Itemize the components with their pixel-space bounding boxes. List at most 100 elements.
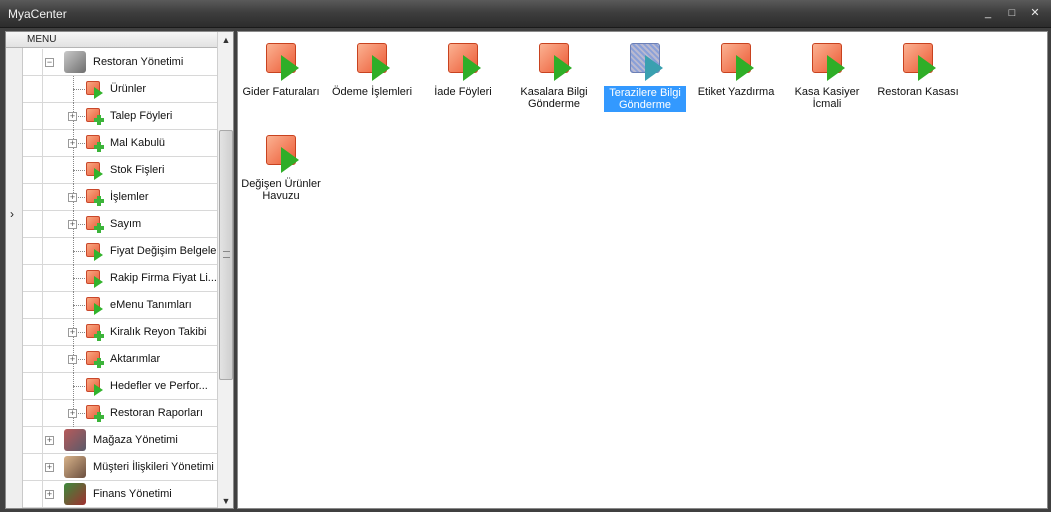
expand-icon[interactable]: +: [68, 220, 77, 229]
run-module-icon: [448, 43, 486, 83]
module-tile-label: Kasa Kasiyer İcmali: [794, 86, 860, 110]
tree-connector: [73, 170, 85, 171]
expand-icon[interactable]: +: [45, 463, 54, 472]
module-tile[interactable]: Değişen Ürünler Havuzu: [240, 126, 322, 206]
tree-gutter: [23, 76, 43, 103]
add-icon: [86, 216, 104, 234]
tree-item[interactable]: + Aktarımlar: [23, 346, 217, 373]
menu-tree: MENU › − Restoran Yönetimi Ürünler + Talep F…: [5, 31, 234, 509]
tree-gutter: [23, 103, 43, 130]
module-tile[interactable]: Ödeme İşlemleri: [331, 34, 413, 114]
module-tile[interactable]: Kasa Kasiyer İcmali: [786, 34, 868, 114]
tree-gutter: [23, 157, 43, 184]
tree-connector: [73, 305, 85, 306]
add-icon: [86, 351, 104, 369]
tree-item[interactable]: + Müşteri İlişkileri Yönetimi: [23, 454, 217, 481]
module-tile[interactable]: Kasalara Bilgi Gönderme: [513, 34, 595, 114]
main-frame: MENU › − Restoran Yönetimi Ürünler + Talep F…: [0, 28, 1051, 512]
tree-item[interactable]: + İşlemler: [23, 184, 217, 211]
module-tile-label: Değişen Ürünler Havuzu: [241, 178, 321, 202]
title-bar: MyaCenter _ □ ✕: [0, 0, 1051, 28]
tree-item-label: Ürünler: [110, 83, 147, 95]
expand-icon[interactable]: +: [68, 112, 77, 121]
tree-item-label: Fiyat Değişim Belgeleri: [110, 245, 223, 257]
close-button[interactable]: ✕: [1027, 6, 1043, 20]
module-tile[interactable]: Etiket Yazdırma: [695, 34, 777, 114]
add-icon: [86, 405, 104, 423]
tree-connector: [73, 89, 85, 90]
window-title: MyaCenter: [8, 7, 67, 21]
maximize-button[interactable]: □: [1004, 6, 1020, 20]
module-tile[interactable]: Terazilere Bilgi Gönderme: [604, 34, 686, 114]
run-module-icon: [266, 43, 304, 83]
tree-gutter: [23, 481, 43, 508]
run-icon: [86, 243, 104, 261]
module-tile-label: İade Föyleri: [434, 86, 492, 98]
scroll-up-button[interactable]: ▲: [218, 32, 233, 48]
expand-icon[interactable]: +: [45, 490, 54, 499]
module-tile-label: Etiket Yazdırma: [697, 86, 775, 98]
scroll-thumb[interactable]: [219, 130, 233, 380]
tree-item[interactable]: + Kiralık Reyon Takibi: [23, 319, 217, 346]
module-tile-label: Terazilere Bilgi Gönderme: [604, 86, 686, 112]
tree-gutter: [23, 454, 43, 481]
module-content-panel: Gider Faturaları Ödeme İşlemleri İade Föyl…: [237, 31, 1048, 509]
tree-item-label: Finans Yönetimi: [93, 488, 172, 500]
expand-icon[interactable]: +: [68, 193, 77, 202]
minimize-button[interactable]: _: [980, 6, 996, 20]
tree-item[interactable]: Ürünler: [23, 76, 217, 103]
module-tile-label: Kasalara Bilgi Gönderme: [520, 86, 588, 110]
tree-item-label: Kiralık Reyon Takibi: [110, 326, 207, 338]
module-tile-label: Restoran Kasası: [877, 86, 959, 98]
expand-icon[interactable]: +: [68, 139, 77, 148]
expand-icon[interactable]: +: [45, 436, 54, 445]
module-tile[interactable]: Gider Faturaları: [240, 34, 322, 114]
tree-item[interactable]: eMenu Tanımları: [23, 292, 217, 319]
tree-gutter: [23, 319, 43, 346]
tree-item[interactable]: + Finans Yönetimi: [23, 481, 217, 508]
tree-item-label: Restoran Yönetimi: [93, 56, 184, 68]
row-indicator-column: ›: [6, 48, 23, 508]
tree-item-label: Mal Kabulü: [110, 137, 166, 149]
run-icon: [86, 378, 104, 396]
run-icon: [86, 270, 104, 288]
tree-gutter: [23, 49, 43, 76]
run-icon: [86, 81, 104, 99]
tree-header-label: MENU: [27, 34, 57, 45]
tree-gutter: [23, 265, 43, 292]
tree-item[interactable]: + Sayım: [23, 211, 217, 238]
tree-gutter: [23, 184, 43, 211]
tree-item-label: İşlemler: [110, 191, 149, 203]
tree-item-label: Restoran Raporları: [110, 407, 203, 419]
tree-item[interactable]: Hedefler ve Perfor...: [23, 373, 217, 400]
tree-gutter: [23, 346, 43, 373]
expand-icon[interactable]: +: [68, 409, 77, 418]
module-tile[interactable]: Restoran Kasası: [877, 34, 959, 114]
expand-icon[interactable]: +: [68, 328, 77, 337]
tree-gutter: [23, 400, 43, 427]
tree-item[interactable]: + Restoran Raporları: [23, 400, 217, 427]
expand-icon[interactable]: +: [68, 355, 77, 364]
add-icon: [86, 189, 104, 207]
module-tile-label: Ödeme İşlemleri: [331, 86, 413, 98]
tree-item-label: Hedefler ve Perfor...: [110, 380, 208, 392]
tree-item[interactable]: + Mal Kabulü: [23, 130, 217, 157]
tree-item-label: Rakip Firma Fiyat Li...: [110, 272, 217, 284]
tree-item[interactable]: + Talep Föyleri: [23, 103, 217, 130]
tree-item[interactable]: Rakip Firma Fiyat Li...: [23, 265, 217, 292]
tree-gutter: [23, 211, 43, 238]
scroll-down-button[interactable]: ▼: [218, 493, 233, 508]
tree-scrollbar[interactable]: ▲ ▼: [217, 32, 233, 508]
tree-header: MENU: [6, 32, 217, 48]
tree-item-label: Talep Föyleri: [110, 110, 173, 122]
tree-item[interactable]: Stok Fişleri: [23, 157, 217, 184]
module-tile[interactable]: İade Föyleri: [422, 34, 504, 114]
tree-item[interactable]: + Mağaza Yönetimi: [23, 427, 217, 454]
scroll-grip-icon: [223, 251, 230, 258]
current-row-arrow-icon: ›: [10, 207, 14, 221]
tree-gutter: [23, 427, 43, 454]
collapse-icon[interactable]: −: [45, 58, 54, 67]
tree-item[interactable]: − Restoran Yönetimi: [23, 49, 217, 76]
tree-item[interactable]: Fiyat Değişim Belgeleri: [23, 238, 222, 265]
tree-item-label: Stok Fişleri: [110, 164, 165, 176]
